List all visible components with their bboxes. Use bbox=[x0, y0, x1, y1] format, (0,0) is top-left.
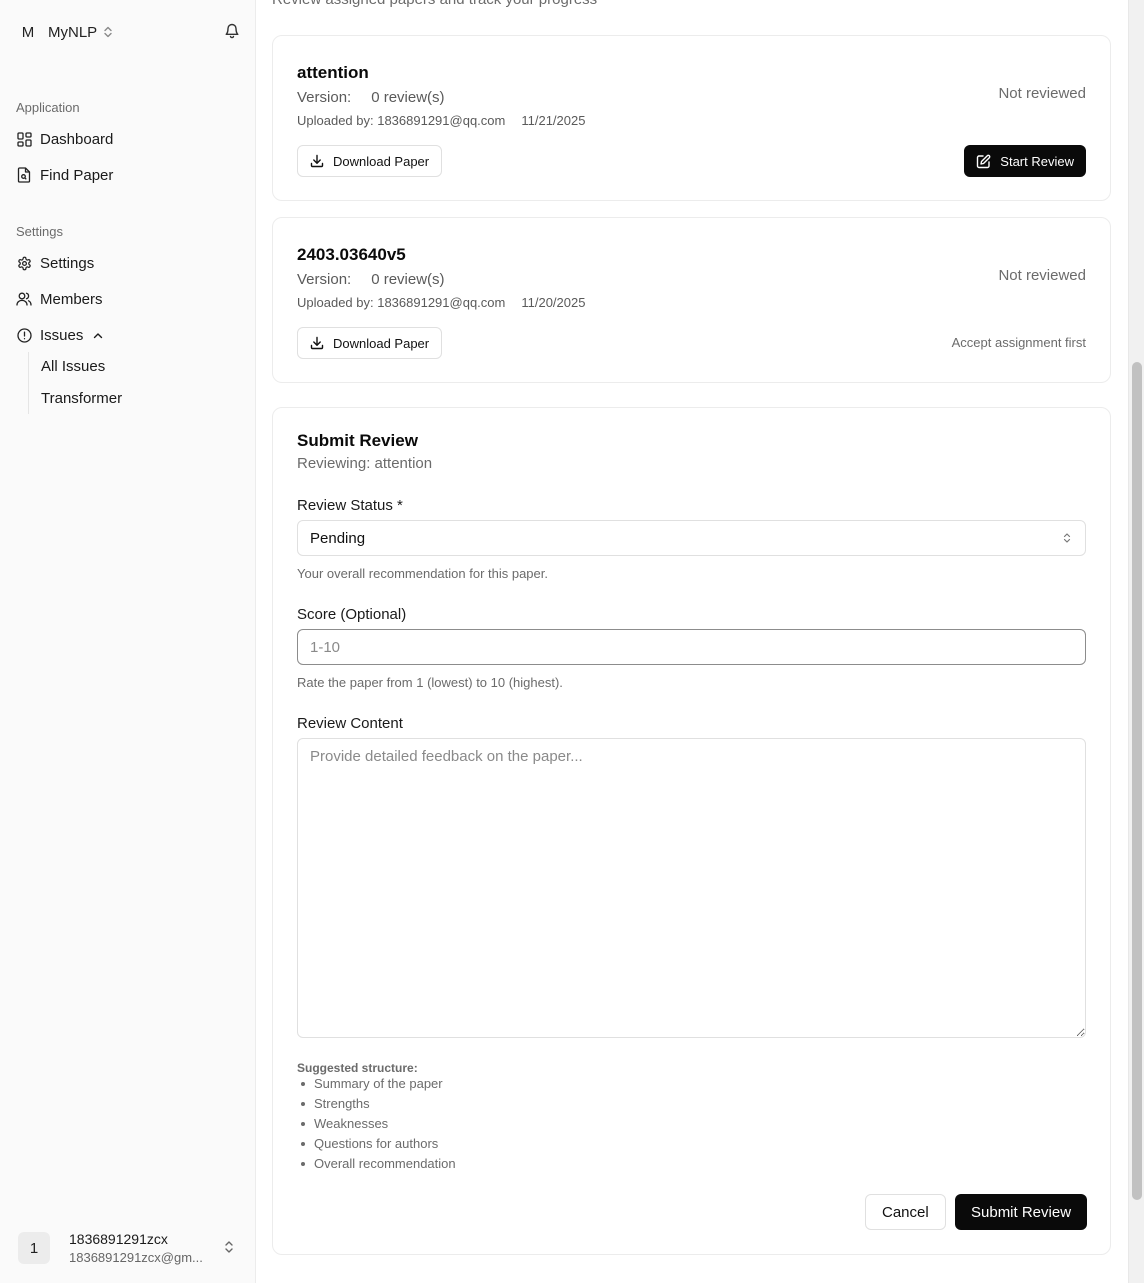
user-name: 1836891291zcx bbox=[69, 1231, 168, 1247]
list-item: Summary of the paper bbox=[297, 1074, 456, 1094]
edit-icon bbox=[976, 154, 991, 169]
avatar: 1 bbox=[18, 1232, 50, 1264]
status-badge: Not reviewed bbox=[998, 267, 1086, 284]
sidebar-item-label: Issues bbox=[40, 326, 84, 344]
sidebar-item-members[interactable]: Members bbox=[16, 286, 103, 312]
sidebar-item-find-paper[interactable]: Find Paper bbox=[16, 162, 113, 188]
review-content-textarea[interactable] bbox=[297, 738, 1086, 1038]
submenu-line bbox=[28, 352, 29, 414]
chevron-up-icon bbox=[93, 332, 103, 339]
org-name: MyNLP bbox=[48, 23, 98, 41]
bell-icon[interactable] bbox=[224, 22, 240, 44]
status-badge: Not reviewed bbox=[998, 85, 1086, 102]
suggested-structure-list: Summary of the paper Strengths Weaknesse… bbox=[297, 1074, 456, 1174]
application-group-label: Application bbox=[16, 100, 80, 115]
scrollbar-thumb[interactable] bbox=[1132, 362, 1142, 1200]
scrollbar[interactable] bbox=[1128, 0, 1144, 1283]
dashboard-icon bbox=[16, 131, 32, 147]
users-icon bbox=[16, 291, 32, 307]
form-subtitle: Reviewing: attention bbox=[297, 455, 433, 472]
uploaded-by: Uploaded by: 1836891291@qq.com bbox=[297, 295, 506, 310]
paper-title: 2403.03640v5 bbox=[297, 245, 406, 264]
sidebar-subitem-transformer[interactable]: Transformer bbox=[41, 390, 122, 407]
main-content: Review assigned papers and track your pr… bbox=[256, 0, 1128, 1283]
sidebar: M MyNLP Application Dashboard Find Paper… bbox=[0, 0, 256, 1283]
gear-icon bbox=[16, 255, 32, 271]
list-item: Strengths bbox=[297, 1094, 456, 1114]
paper-card: attention Version: 0 review(s) Uploaded … bbox=[272, 35, 1111, 201]
alert-circle-icon bbox=[16, 327, 32, 343]
review-count: 0 review(s) bbox=[371, 89, 445, 106]
review-status-help: Your overall recommendation for this pap… bbox=[297, 566, 548, 581]
sidebar-item-label: Dashboard bbox=[40, 130, 114, 148]
org-avatar: M bbox=[21, 23, 35, 41]
review-status-label: Review Status * bbox=[297, 497, 403, 514]
sidebar-item-label: Find Paper bbox=[40, 166, 114, 184]
paper-card: 2403.03640v5 Version: 0 review(s) Upload… bbox=[272, 217, 1111, 383]
version-label: Version: bbox=[297, 271, 352, 288]
start-review-button[interactable]: Start Review bbox=[964, 145, 1086, 177]
chevrons-up-down-icon bbox=[1063, 532, 1071, 544]
upload-date: 11/20/2025 bbox=[521, 295, 586, 310]
download-paper-button[interactable]: Download Paper bbox=[297, 327, 443, 359]
list-item: Overall recommendation bbox=[297, 1154, 456, 1174]
download-paper-button[interactable]: Download Paper bbox=[297, 145, 443, 177]
org-switcher[interactable]: M MyNLP bbox=[16, 19, 240, 45]
score-label: Score (Optional) bbox=[297, 606, 407, 623]
settings-group-label: Settings bbox=[16, 224, 63, 239]
sidebar-item-issues[interactable]: Issues bbox=[16, 322, 103, 348]
list-item: Questions for authors bbox=[297, 1134, 456, 1154]
list-item: Weaknesses bbox=[297, 1114, 456, 1134]
chevrons-up-down-icon bbox=[224, 1240, 234, 1259]
uploaded-by: Uploaded by: 1836891291@qq.com bbox=[297, 113, 506, 128]
sidebar-item-label: Settings bbox=[40, 254, 95, 272]
paper-title: attention bbox=[297, 63, 369, 82]
form-title: Submit Review bbox=[297, 431, 418, 450]
submit-review-button[interactable]: Submit Review bbox=[955, 1194, 1088, 1230]
page-subtitle: Review assigned papers and track your pr… bbox=[272, 0, 597, 8]
user-menu[interactable]: 1 1836891291zcx 1836891291zcx@gm... bbox=[8, 1222, 248, 1274]
upload-date: 11/21/2025 bbox=[521, 113, 586, 128]
review-content-label: Review Content bbox=[297, 715, 403, 732]
version-label: Version: bbox=[297, 89, 352, 106]
chevrons-up-down-icon bbox=[103, 26, 113, 38]
user-email: 1836891291zcx@gm... bbox=[69, 1250, 203, 1265]
sidebar-item-settings[interactable]: Settings bbox=[16, 250, 94, 276]
score-help: Rate the paper from 1 (lowest) to 10 (hi… bbox=[297, 675, 563, 690]
file-search-icon bbox=[16, 167, 32, 183]
cancel-button[interactable]: Cancel bbox=[865, 1194, 946, 1230]
suggested-structure-heading: Suggested structure: bbox=[297, 1061, 418, 1075]
score-input[interactable] bbox=[297, 629, 1086, 665]
review-count: 0 review(s) bbox=[371, 271, 445, 288]
review-status-value: Pending bbox=[310, 529, 366, 547]
sidebar-subitem-all-issues[interactable]: All Issues bbox=[41, 358, 105, 375]
download-icon bbox=[310, 336, 324, 350]
sidebar-item-dashboard[interactable]: Dashboard bbox=[16, 126, 113, 152]
download-icon bbox=[310, 154, 324, 168]
accept-assignment-note: Accept assignment first bbox=[951, 335, 1086, 350]
review-form: Submit Review Reviewing: attention Revie… bbox=[272, 407, 1111, 1255]
review-status-select[interactable]: Pending bbox=[297, 520, 1086, 556]
sidebar-item-label: Members bbox=[40, 290, 103, 308]
